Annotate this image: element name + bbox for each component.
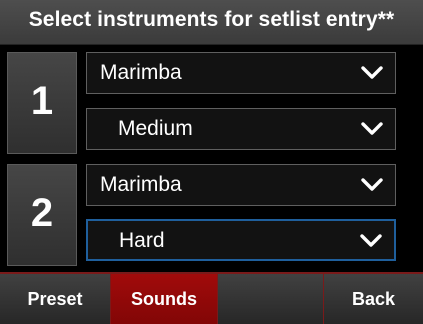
entry-number-label: 2 bbox=[30, 191, 54, 235]
setlist-instrument-screen: Select instruments for setlist entry** 1… bbox=[0, 0, 423, 324]
bottom-nav: Preset Sounds Back bbox=[0, 272, 423, 324]
difficulty-dropdown-2[interactable]: Hard bbox=[86, 219, 396, 261]
entry-number-1: 1 bbox=[7, 52, 77, 154]
entry-number-2: 2 bbox=[7, 164, 77, 266]
difficulty-dropdown-1[interactable]: Medium bbox=[86, 108, 396, 150]
back-button[interactable]: Back bbox=[324, 274, 423, 324]
chevron-down-icon bbox=[360, 234, 382, 247]
chevron-down-icon bbox=[361, 122, 383, 135]
blank-button[interactable] bbox=[218, 274, 323, 324]
entry-number-label: 1 bbox=[30, 79, 54, 123]
chevron-down-icon bbox=[361, 178, 383, 191]
title-bar: Select instruments for setlist entry** bbox=[0, 0, 423, 45]
page-title: Select instruments for setlist entry** bbox=[28, 8, 395, 31]
instrument-value: Marimba bbox=[100, 61, 182, 84]
instrument-dropdown-2[interactable]: Marimba bbox=[86, 164, 396, 206]
difficulty-value: Hard bbox=[119, 229, 165, 252]
sounds-button[interactable]: Sounds bbox=[111, 274, 217, 324]
chevron-down-icon bbox=[361, 66, 383, 79]
instrument-dropdown-1[interactable]: Marimba bbox=[86, 52, 396, 94]
instrument-value: Marimba bbox=[100, 173, 182, 196]
preset-button[interactable]: Preset bbox=[0, 274, 110, 324]
difficulty-value: Medium bbox=[118, 117, 193, 140]
